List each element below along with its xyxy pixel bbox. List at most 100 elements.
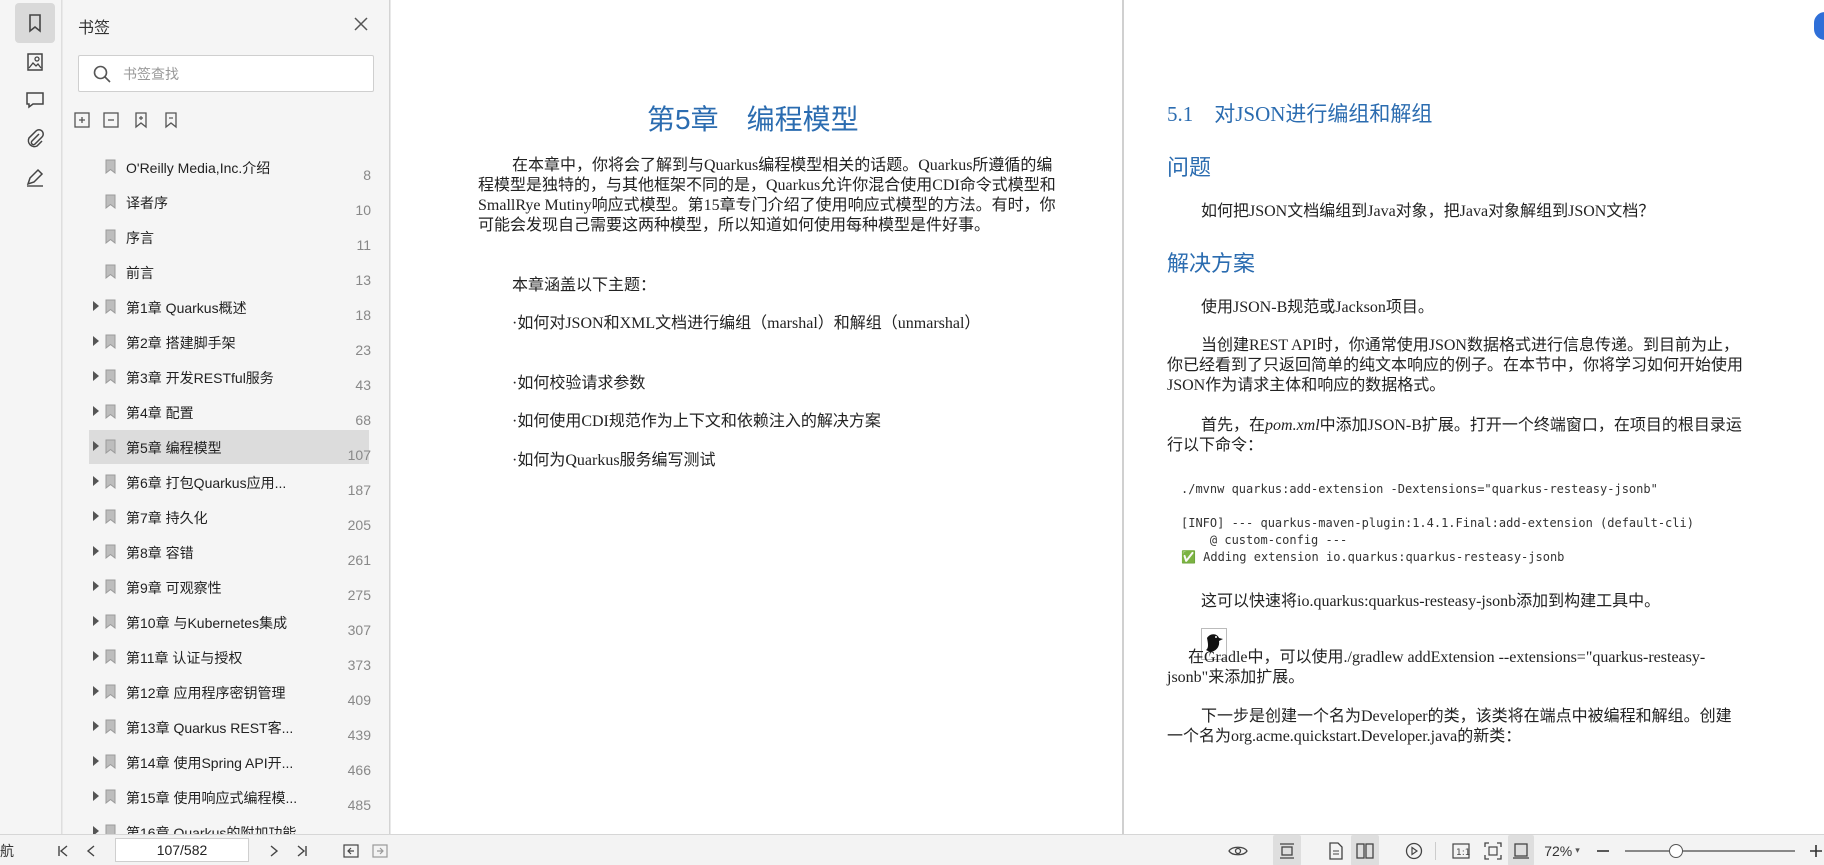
bookmark-item[interactable]: 前言 13 (89, 255, 371, 289)
section-title: 5.1 对JSON进行编组和解组 (1167, 102, 1433, 126)
eye-protection-icon[interactable] (1226, 835, 1250, 865)
bookmark-flag-icon (105, 194, 116, 209)
bookmark-page-number: 23 (355, 342, 371, 358)
bookmark-flag-icon (105, 649, 116, 664)
close-icon[interactable] (349, 12, 373, 36)
bookmark-item[interactable]: 第16章 Quarkus的附加功能 (89, 815, 369, 834)
expand-arrow-icon[interactable] (93, 406, 99, 416)
expand-arrow-icon[interactable] (93, 826, 99, 834)
expand-arrow-icon[interactable] (93, 476, 99, 486)
expand-arrow-icon[interactable] (93, 616, 99, 626)
expand-arrow-icon[interactable] (93, 441, 99, 451)
bookmark-item[interactable]: 第12章 应用程序密钥管理 409 (89, 675, 371, 709)
nav-label[interactable]: 导航 (0, 835, 22, 865)
bookmark-icon[interactable] (15, 3, 55, 43)
bookmark-page-number: 307 (347, 622, 371, 638)
svg-text:1:1: 1:1 (1456, 848, 1470, 858)
bookmark-label: 第15章 使用响应式编程模... (126, 790, 298, 806)
two-page-view-icon[interactable] (1351, 835, 1379, 865)
bookmark-item[interactable]: 第2章 搭建脚手架 23 (89, 325, 371, 359)
search-input[interactable] (123, 64, 363, 84)
bookmark-item[interactable]: 第5章 编程模型 107 (89, 430, 371, 464)
bookmark-item[interactable]: 第4章 配置 68 (89, 395, 371, 429)
forward-icon[interactable] (370, 835, 390, 865)
code-line: @ custom-config --- (1181, 533, 1348, 547)
bookmark-label: 第3章 开发RESTful服务 (126, 370, 274, 386)
collapse-all-icon[interactable] (99, 108, 123, 132)
page-view-icon[interactable] (1325, 835, 1347, 865)
expand-arrow-icon[interactable] (93, 756, 99, 766)
bookmark-page-number: 8 (363, 167, 371, 183)
attachment-icon[interactable] (15, 118, 55, 158)
bookmark-flag-icon (105, 824, 116, 834)
bookmark-item[interactable]: 第3章 开发RESTful服务 43 (89, 360, 371, 394)
bookmark-item[interactable]: 第11章 认证与授权 373 (89, 640, 371, 674)
next-page-icon[interactable] (265, 835, 283, 865)
zoom-slider[interactable] (1625, 850, 1795, 852)
bookmark-label: 第7章 持久化 (126, 510, 208, 526)
single-page-view-icon[interactable] (1273, 835, 1301, 865)
expand-arrow-icon[interactable] (93, 721, 99, 731)
chapter-title: 第5章 编程模型 (647, 104, 859, 135)
problem-text: 如何把JSON文档编组到Java对象，把Java对象解组到JSON文档？ (1201, 203, 1655, 220)
actual-size-icon[interactable]: 1:1 (1450, 835, 1472, 865)
expand-arrow-icon[interactable] (93, 301, 99, 311)
body-paragraph: 下一步是创建一个名为Developer的类，该类将在端点中被编程和解组。创建一个… (1167, 708, 1732, 745)
fit-width-icon[interactable] (1508, 835, 1534, 865)
chevron-down-icon: ▾ (1575, 845, 1580, 855)
zoom-in-icon[interactable] (1806, 835, 1824, 865)
bookmark-item[interactable]: 第15章 使用响应式编程模... 485 (89, 780, 371, 814)
topics-intro: 本章涵盖以下主题： (512, 277, 657, 294)
thumbnail-icon[interactable] (15, 42, 55, 82)
zoom-level-select[interactable]: 72% ▾ (1538, 835, 1586, 865)
fit-page-icon[interactable] (1482, 835, 1504, 865)
bookmark-page-number: 275 (347, 587, 371, 603)
comment-icon[interactable] (15, 80, 55, 120)
bookmark-page-number: 10 (355, 202, 371, 218)
bookmark-flag-icon (105, 719, 116, 734)
add-bookmark-icon[interactable] (129, 108, 153, 132)
expand-arrow-icon[interactable] (93, 371, 99, 381)
expand-all-icon[interactable] (70, 108, 94, 132)
bookmark-panel: 书签 O'Reilly Media,Inc.介绍 8 译者序 10 序言 11 前言 13 第1… (63, 0, 448, 834)
bookmark-flag-icon (105, 229, 116, 244)
bookmark-item[interactable]: 第7章 持久化 205 (89, 500, 371, 534)
zoom-level-text: 72% (1544, 842, 1573, 859)
first-page-icon[interactable] (54, 835, 72, 865)
bookmark-page-number: 107 (347, 447, 371, 463)
expand-arrow-icon[interactable] (93, 336, 99, 346)
expand-arrow-icon[interactable] (93, 581, 99, 591)
expand-arrow-icon[interactable] (93, 686, 99, 696)
bookmark-label: 第1章 Quarkus概述 (126, 300, 247, 316)
remove-bookmark-icon[interactable] (159, 108, 183, 132)
zoom-slider-thumb[interactable] (1669, 844, 1683, 858)
bookmark-search-box[interactable] (78, 55, 374, 92)
bookmark-item[interactable]: 第1章 Quarkus概述 18 (89, 290, 371, 324)
expand-arrow-icon[interactable] (93, 791, 99, 801)
page-number-field[interactable]: 107/582 (115, 838, 249, 862)
expand-arrow-icon[interactable] (93, 511, 99, 521)
bookmark-item[interactable]: 第10章 与Kubernetes集成 307 (89, 605, 371, 639)
bookmark-page-number: 68 (355, 412, 371, 428)
expand-arrow-icon[interactable] (93, 651, 99, 661)
bookmark-page-number: 13 (355, 272, 371, 288)
bookmark-item[interactable]: 序言 11 (89, 220, 371, 254)
bookmark-item[interactable]: 译者序 10 (89, 185, 371, 219)
play-icon[interactable] (1403, 835, 1425, 865)
signature-icon[interactable] (15, 157, 55, 197)
expand-arrow-icon[interactable] (93, 546, 99, 556)
prev-page-icon[interactable] (82, 835, 100, 865)
bookmark-label: 前言 (126, 265, 154, 281)
bookmark-item[interactable]: 第9章 可观察性 275 (89, 570, 371, 604)
bookmark-list: O'Reilly Media,Inc.介绍 8 译者序 10 序言 11 前言 13 第1章 Q… (63, 150, 373, 834)
bookmark-item[interactable]: 第13章 Quarkus REST客... 439 (89, 710, 371, 744)
bookmark-item[interactable]: O'Reilly Media,Inc.介绍 8 (89, 150, 371, 184)
bookmark-item[interactable]: 第14章 使用Spring API开... 466 (89, 745, 371, 779)
bookmark-flag-icon (105, 369, 116, 384)
back-icon[interactable] (341, 835, 361, 865)
bookmark-item[interactable]: 第8章 容错 261 (89, 535, 371, 569)
topic-item: ·如何校验请求参数 (512, 375, 646, 392)
zoom-out-icon[interactable] (1593, 835, 1613, 865)
last-page-icon[interactable] (293, 835, 311, 865)
bookmark-item[interactable]: 第6章 打包Quarkus应用... 187 (89, 465, 371, 499)
